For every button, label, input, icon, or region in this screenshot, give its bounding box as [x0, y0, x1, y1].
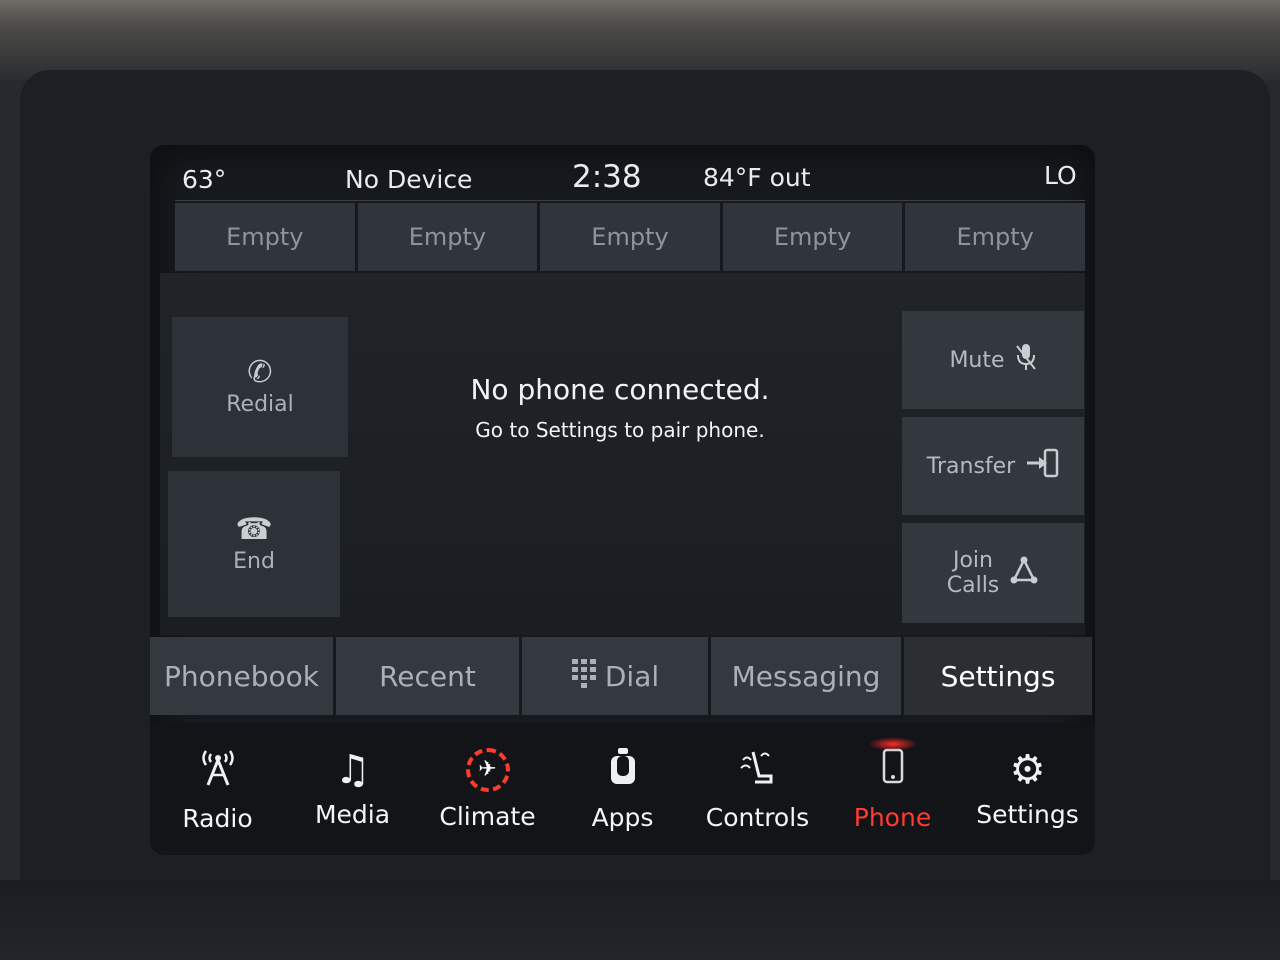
join-label-line2: Calls — [946, 573, 1000, 598]
join-label-line1: Join — [952, 547, 993, 573]
nav-settings-label: Settings — [976, 799, 1079, 829]
join-calls-icon — [1009, 555, 1039, 592]
clock: 2:38 — [572, 159, 642, 195]
transfer-label: Transfer — [926, 453, 1016, 479]
tab-recent[interactable]: Recent — [336, 637, 519, 715]
mute-button[interactable]: Mute — [902, 311, 1084, 409]
nav-controls[interactable]: Controls — [690, 723, 825, 855]
join-calls-label: Join Calls — [947, 548, 1000, 599]
message-title: No phone connected. — [470, 373, 770, 406]
mic-off-icon — [1015, 342, 1037, 379]
tab-messaging[interactable]: Messaging — [711, 637, 901, 715]
no-phone-message: No phone connected. Go to Settings to pa… — [390, 373, 850, 442]
interior-temperature: 63° — [182, 165, 227, 194]
favorite-slot-2[interactable]: Empty — [357, 203, 538, 271]
favorite-slot-4[interactable]: Empty — [722, 203, 903, 271]
nav-climate-label: Climate — [439, 801, 536, 831]
climate-icon: ✈ — [465, 747, 510, 792]
mute-label: Mute — [949, 347, 1005, 373]
transfer-icon — [1025, 448, 1059, 485]
tab-phonebook[interactable]: Phonebook — [150, 637, 333, 715]
nav-settings[interactable]: ⚙ Settings — [960, 723, 1095, 855]
status-divider — [175, 200, 1085, 201]
main-nav-bar: Radio ♫ Media ✈ Climate Apps Controls Ph… — [150, 723, 1095, 855]
nav-media-label: Media — [314, 799, 391, 829]
transfer-button[interactable]: Transfer — [902, 417, 1084, 515]
music-note-icon: ♫ — [334, 746, 371, 793]
status-bar: 63° No Device 2:38 84°F out LO — [150, 145, 1095, 205]
nav-phone-label: Phone — [853, 803, 932, 832]
antenna-icon — [198, 745, 238, 794]
apps-icon — [608, 746, 638, 793]
favorite-slot-5[interactable]: Empty — [905, 203, 1085, 271]
tab-dial[interactable]: Dial — [522, 637, 708, 715]
phone-main-area: ✆ Redial ☎ End No phone connected. Go to… — [160, 273, 1085, 635]
fan-level[interactable]: LO — [1044, 161, 1077, 190]
nav-radio[interactable]: Radio — [150, 723, 285, 855]
nav-controls-label: Controls — [705, 803, 810, 832]
nav-phone[interactable]: Phone — [825, 723, 960, 855]
end-label: End — [233, 548, 275, 574]
nav-radio-label: Radio — [182, 804, 253, 833]
phone-icon — [881, 746, 905, 793]
gear-icon: ⚙ — [1009, 746, 1046, 793]
message-subtitle: Go to Settings to pair phone. — [475, 418, 765, 442]
end-call-button[interactable]: ☎ End — [168, 471, 340, 617]
favorite-slot-1[interactable]: Empty — [175, 203, 355, 271]
infotainment-screen: 63° No Device 2:38 84°F out LO Empty Emp… — [150, 145, 1095, 855]
dial-label: Dial — [604, 659, 660, 693]
favorite-slot-3[interactable]: Empty — [540, 203, 720, 271]
favorites-row: Empty Empty Empty Empty Empty — [175, 203, 1085, 271]
keypad-icon — [571, 658, 597, 694]
hangup-icon: ☎ — [235, 511, 273, 547]
lower-dashboard — [0, 880, 1280, 960]
handset-icon: ✆ — [247, 354, 273, 390]
nav-climate[interactable]: ✈ Climate — [420, 723, 555, 855]
phone-tab-bar: Phonebook Recent Dial Messaging Settings — [150, 637, 1095, 715]
nav-apps-label: Apps — [591, 803, 654, 832]
join-calls-button[interactable]: Join Calls — [902, 523, 1084, 623]
tab-settings[interactable]: Settings — [904, 637, 1092, 715]
seat-controls-icon — [737, 746, 779, 793]
redial-label: Redial — [226, 391, 294, 417]
dashboard-trim — [0, 0, 1280, 80]
nav-apps[interactable]: Apps — [555, 723, 690, 855]
device-status: No Device — [345, 165, 473, 194]
redial-button[interactable]: ✆ Redial — [172, 317, 348, 457]
outside-temperature: 84°F out — [703, 163, 811, 192]
nav-media[interactable]: ♫ Media — [285, 723, 420, 855]
